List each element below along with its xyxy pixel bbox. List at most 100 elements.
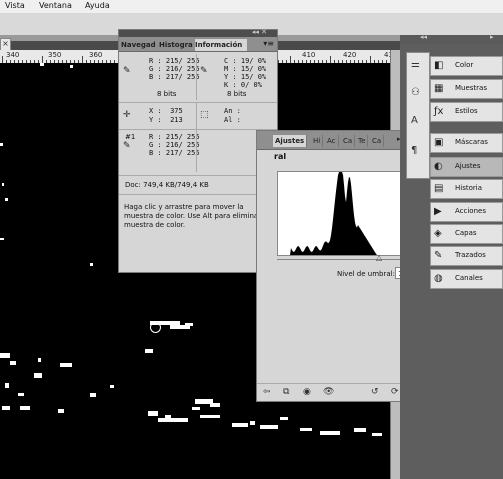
ruler-label: 340 bbox=[6, 51, 20, 59]
size-width: An : bbox=[224, 107, 241, 115]
dock-collapse-icon[interactable]: ◂◂ bbox=[420, 33, 427, 41]
channels-icon: ◍ bbox=[434, 273, 443, 284]
tab-hi[interactable]: Hi bbox=[311, 135, 324, 147]
canvas-pixel-blob bbox=[38, 358, 41, 362]
ruler-tick bbox=[42, 56, 43, 63]
dock-item-label: Estilos bbox=[455, 107, 478, 115]
return-icon[interactable]: ⇦ bbox=[263, 387, 271, 397]
cmyk-yellow: Y : 15/ 0% bbox=[224, 73, 267, 81]
canvas-pixel-blob bbox=[0, 238, 4, 240]
dock-item-ajustes[interactable]: ◐ Ajustes bbox=[430, 157, 503, 177]
ruler-tick bbox=[290, 56, 291, 63]
ruler-label: 360 bbox=[89, 51, 103, 59]
tab-navegador[interactable]: Navegad bbox=[121, 39, 158, 51]
canvas-pixel-blob bbox=[158, 418, 188, 422]
dock-item-label: Color bbox=[455, 61, 474, 69]
canvas-pixel-blob bbox=[5, 198, 8, 201]
dock-item-mascaras[interactable]: ▣ Máscaras bbox=[430, 133, 503, 153]
canvas-pixel-blob bbox=[10, 361, 16, 365]
canvas-pixel-blob bbox=[232, 423, 248, 427]
bits-right: 8 bits bbox=[227, 90, 247, 98]
dock-item-acciones[interactable]: ▶ Acciones bbox=[430, 202, 503, 222]
brushes-icon[interactable]: ⚌ bbox=[411, 59, 420, 70]
threshold-slider-thumb[interactable]: △ bbox=[376, 253, 382, 262]
tab-ca[interactable]: Ca bbox=[341, 135, 356, 147]
dock-item-label: Capas bbox=[455, 229, 477, 237]
divider bbox=[119, 175, 277, 176]
canvas-pixel-blob bbox=[260, 425, 278, 429]
canvas-pixel-blob bbox=[18, 393, 24, 396]
dock-item-canales[interactable]: ◍ Canales bbox=[430, 269, 503, 289]
divider bbox=[196, 103, 197, 129]
canvas-pixel-blob bbox=[90, 393, 96, 397]
canvas-pixel-blob bbox=[280, 417, 288, 420]
dock-item-muestras[interactable]: ▦ Muestras bbox=[430, 79, 503, 99]
canvas-pixel-blob bbox=[250, 421, 255, 425]
menu-ayuda[interactable]: Ayuda bbox=[85, 1, 110, 10]
adjustment-title: ral bbox=[274, 152, 287, 161]
panel-title-strip[interactable]: ◂◂ ✕ bbox=[119, 28, 277, 37]
dock-item-label: Canales bbox=[455, 274, 483, 282]
sampler-green: G : 216/ 255 bbox=[149, 141, 200, 149]
rgb-blue: B : 217/ 255 bbox=[149, 73, 200, 81]
canvas-pixel-blob bbox=[5, 383, 9, 388]
dock-expand-icon[interactable]: ▸ bbox=[490, 33, 494, 41]
menu-vista[interactable]: Vista bbox=[5, 1, 25, 10]
eyedropper-icon: ✎ bbox=[123, 141, 131, 151]
tab-ac[interactable]: Ac bbox=[325, 135, 339, 147]
divider bbox=[196, 54, 197, 100]
visibility-toggle-icon[interactable]: ◉ bbox=[303, 387, 311, 397]
canvas-pixel-blob bbox=[200, 415, 220, 418]
refresh-icon[interactable]: ⟳ bbox=[391, 387, 399, 397]
dock-item-estilos[interactable]: ƒx Estilos bbox=[430, 102, 503, 122]
tab-histograma[interactable]: Histogra bbox=[159, 39, 194, 51]
canvas-pixel-blob bbox=[2, 406, 10, 410]
tab-informacion[interactable]: Información bbox=[195, 39, 247, 51]
canvas-pixel-blob bbox=[354, 428, 366, 432]
cmyk-cyan: C : 19/ 0% bbox=[224, 57, 267, 65]
canvas-pixel-blob bbox=[0, 353, 10, 358]
reset-icon[interactable]: ↺ bbox=[371, 387, 379, 397]
canvas-pixel-blob bbox=[148, 411, 158, 416]
panel-menu-icon[interactable]: ▾≡ bbox=[263, 39, 274, 48]
tab-ca2[interactable]: Ca bbox=[370, 135, 385, 147]
crosshair-icon: ✛ bbox=[123, 110, 131, 120]
dock-item-label: Máscaras bbox=[455, 138, 488, 146]
styles-icon: ƒx bbox=[434, 106, 444, 117]
ruler-label: 350 bbox=[48, 51, 62, 59]
adjustments-icon: ◐ bbox=[434, 161, 443, 172]
dock-tool-column: ⚌ ⚇ A ¶ bbox=[406, 52, 430, 179]
menu-ventana[interactable]: Ventana bbox=[39, 1, 72, 10]
doc-size: Doc: 749,4 KB/749,4 KB bbox=[125, 181, 209, 189]
dock-item-historia[interactable]: ▤ Historia bbox=[430, 179, 503, 199]
ruler-tick bbox=[370, 56, 371, 63]
canvas-pixel-blob bbox=[90, 263, 93, 266]
tab-te[interactable]: Te bbox=[356, 135, 369, 147]
ruler-tick bbox=[330, 56, 331, 63]
canvas-pixel-blob bbox=[110, 385, 114, 388]
dock-item-color[interactable]: ◧ Color bbox=[430, 56, 503, 76]
selection-size-icon: ⬚ bbox=[200, 110, 209, 120]
view-previous-icon[interactable]: 👁 bbox=[323, 387, 334, 397]
size-height: Al : bbox=[224, 116, 241, 124]
canvas-pixel-blob bbox=[145, 349, 153, 353]
clip-layer-icon[interactable]: ⧉ bbox=[283, 387, 289, 397]
canvas-pixel-blob bbox=[0, 143, 3, 146]
layers-icon: ◈ bbox=[434, 228, 442, 239]
collapse-icon[interactable]: ◂◂ ✕ bbox=[252, 28, 267, 36]
history-icon: ▤ bbox=[434, 183, 444, 194]
dock-header: ◂◂ ▸ bbox=[400, 33, 503, 44]
dock-item-capas[interactable]: ◈ Capas bbox=[430, 224, 503, 244]
divider bbox=[119, 194, 277, 195]
canvas-pixel-blob bbox=[60, 363, 72, 367]
paragraph-icon[interactable]: ¶ bbox=[411, 145, 417, 156]
tab-ajustes[interactable]: Ajustes bbox=[273, 135, 308, 147]
dock-item-trazados[interactable]: ✎ Trazados bbox=[430, 246, 503, 266]
coord-y: Y : 213 bbox=[149, 116, 183, 124]
character-icon[interactable]: A bbox=[411, 115, 418, 126]
menu-bar: Vista Ventana Ayuda bbox=[0, 0, 503, 14]
canvas-pixel-blob bbox=[2, 183, 4, 186]
threshold-slider-track[interactable] bbox=[277, 259, 403, 260]
clone-source-icon[interactable]: ⚇ bbox=[411, 87, 420, 98]
canvas-pixel-blob bbox=[70, 65, 73, 68]
